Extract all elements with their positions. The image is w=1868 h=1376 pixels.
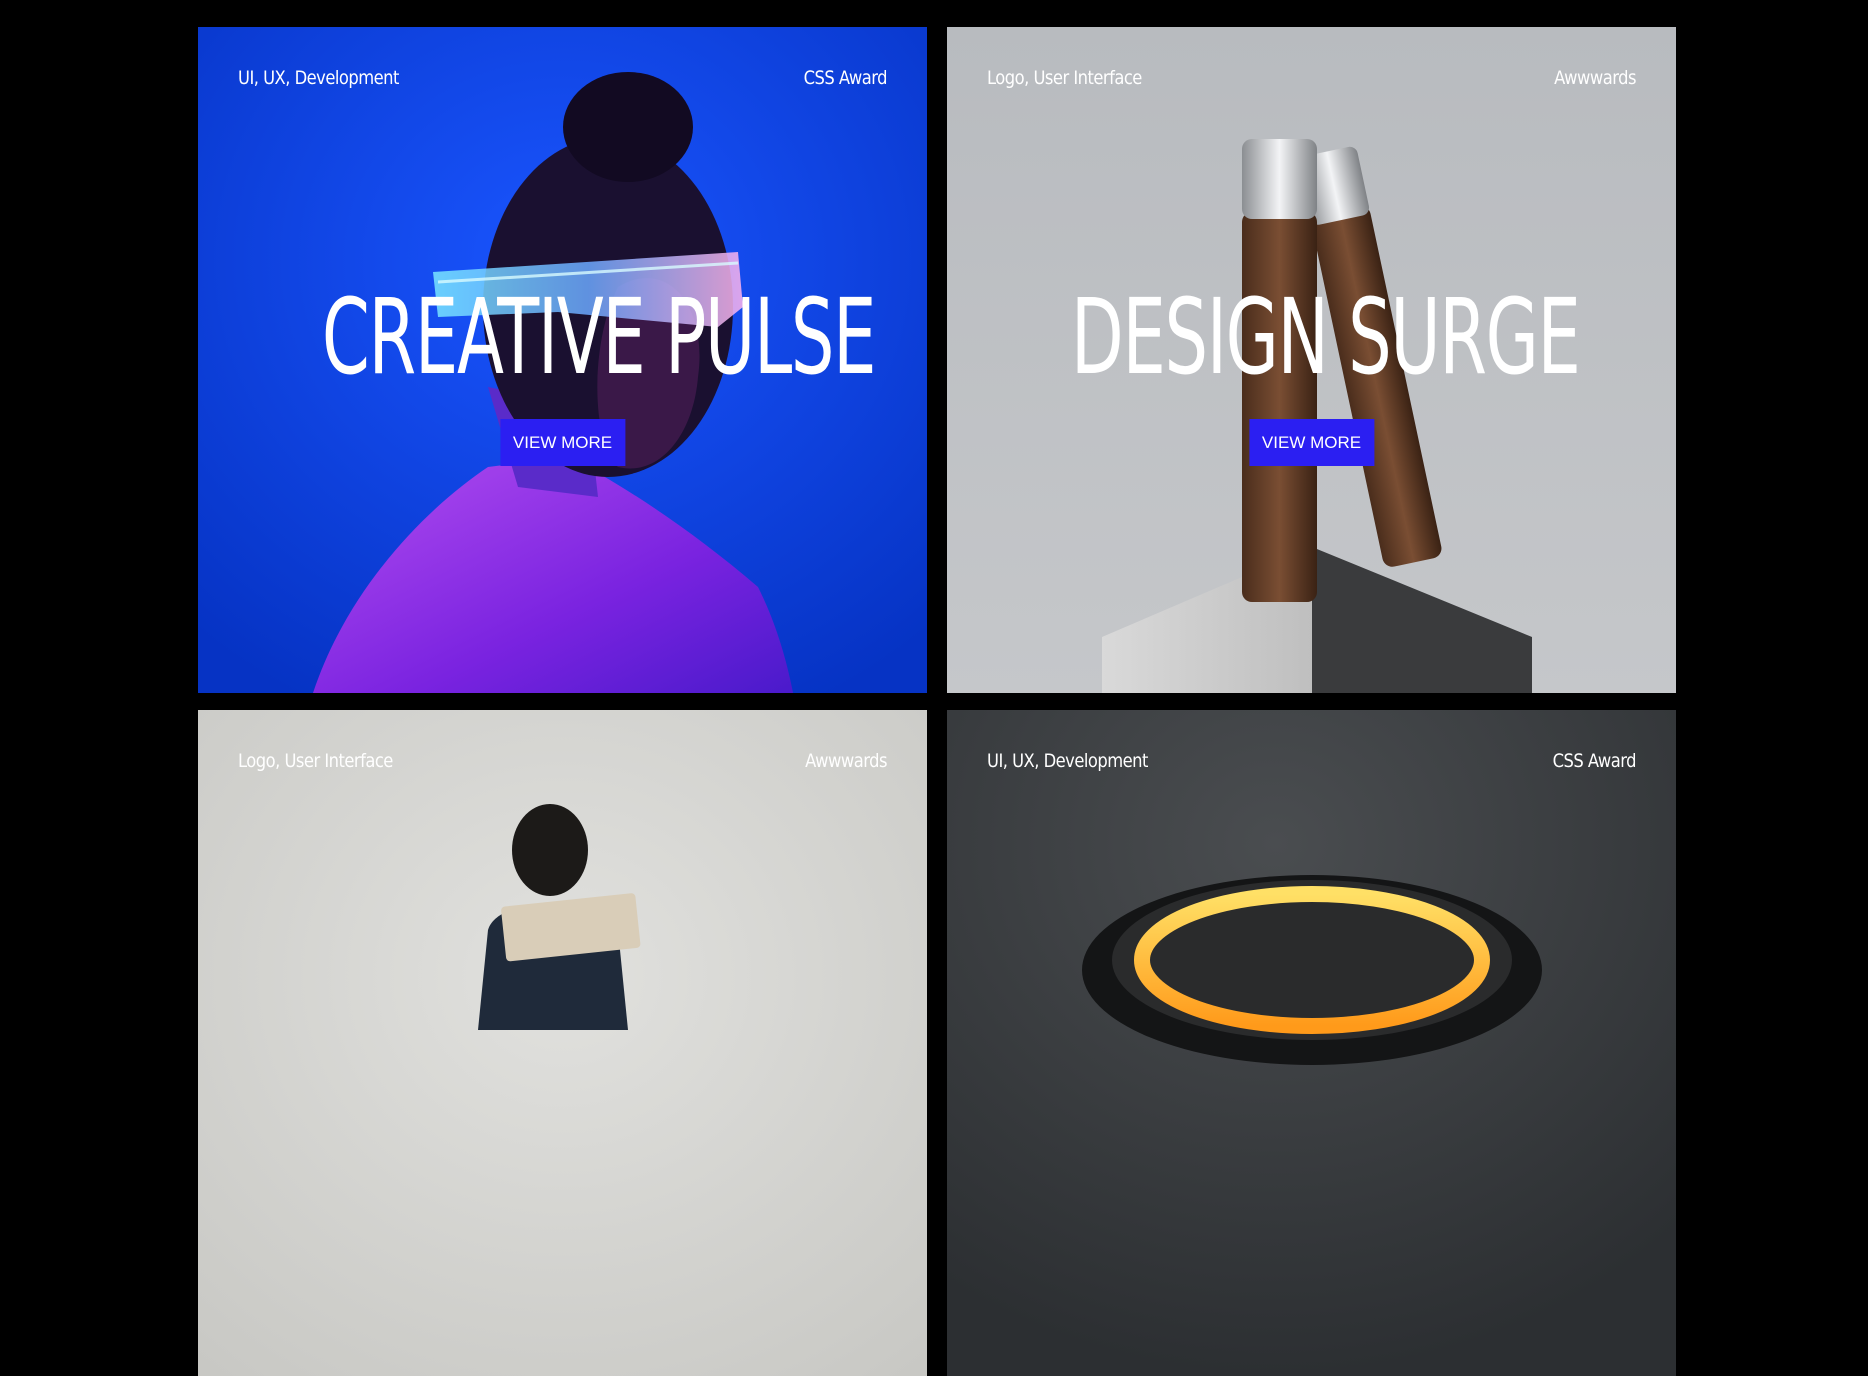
portfolio-grid: UI, UX, Development CSS Award CREATIVE P…: [198, 27, 1676, 1376]
project-tags: Logo, User Interface: [987, 67, 1142, 89]
project-award: CSS Award: [803, 67, 888, 89]
project-card-design-surge[interactable]: Logo, User Interface Awwwards DESIGN SUR…: [947, 27, 1676, 693]
project-meta: UI, UX, Development CSS Award: [987, 750, 1637, 772]
project-meta: Logo, User Interface Awwwards: [987, 67, 1637, 89]
project-image-glowing-ring: [947, 710, 1676, 1376]
project-tags: UI, UX, Development: [987, 750, 1148, 772]
project-tags: UI, UX, Development: [238, 67, 399, 89]
project-title: DESIGN SURGE: [1070, 276, 1581, 398]
project-award: Awwwards: [805, 750, 887, 772]
project-meta: Logo, User Interface Awwwards: [238, 750, 888, 772]
project-meta: UI, UX, Development CSS Award: [238, 67, 888, 89]
view-more-button[interactable]: VIEW MORE: [1248, 419, 1375, 466]
project-card-3[interactable]: Logo, User Interface Awwwards: [198, 710, 927, 1376]
project-title: CREATIVE PULSE: [321, 276, 877, 398]
project-card-creative-pulse[interactable]: UI, UX, Development CSS Award CREATIVE P…: [198, 27, 927, 693]
project-award: CSS Award: [1552, 750, 1637, 772]
project-image-person-reading: [198, 710, 927, 1376]
project-tags: Logo, User Interface: [238, 750, 393, 772]
view-more-button[interactable]: VIEW MORE: [499, 419, 626, 466]
project-card-4[interactable]: UI, UX, Development CSS Award: [947, 710, 1676, 1376]
project-award: Awwwards: [1554, 67, 1636, 89]
